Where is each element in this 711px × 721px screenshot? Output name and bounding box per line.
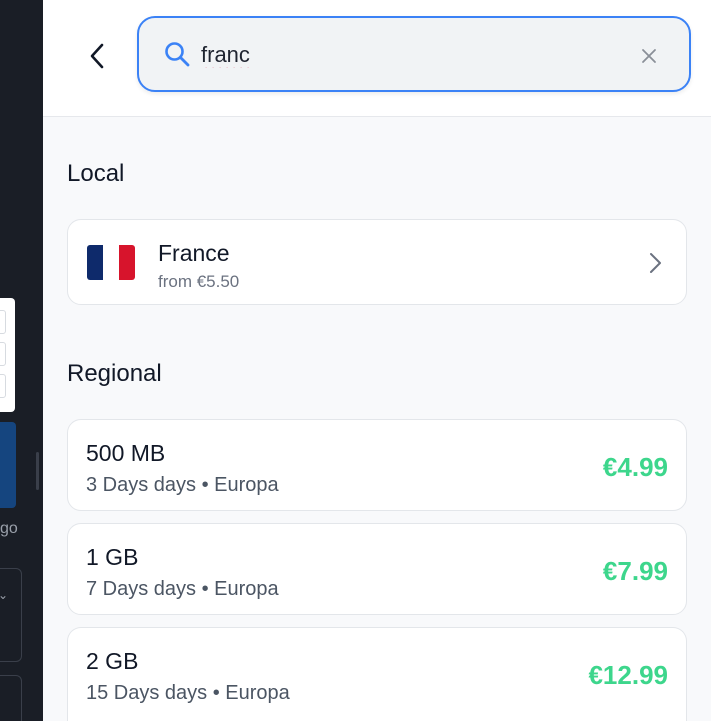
- background-field-fragment: [0, 374, 6, 398]
- local-section-title: Local: [67, 160, 125, 187]
- chevron-left-icon: [90, 43, 104, 69]
- background-box-fragment: [0, 675, 22, 721]
- background-text-fragment: go: [0, 520, 18, 537]
- search-icon: [165, 42, 190, 67]
- plan-data-size: 2 GB: [86, 648, 139, 674]
- plan-price: €7.99: [602, 556, 668, 586]
- background-app-strip: go ⌄: [0, 0, 43, 721]
- regional-plan-card[interactable]: 1 GB 7 Days days • Europa €7.99: [67, 523, 687, 615]
- search-box[interactable]: [137, 16, 691, 92]
- resize-handle[interactable]: [36, 452, 39, 490]
- country-name: France: [158, 240, 230, 266]
- regional-plan-card[interactable]: 500 MB 3 Days days • Europa €4.99: [67, 419, 687, 511]
- chevron-down-icon: ⌄: [0, 588, 9, 602]
- regional-section-title: Regional: [67, 360, 162, 387]
- plan-details: 3 Days days • Europa: [86, 474, 279, 496]
- background-field-fragment: [0, 310, 6, 334]
- close-icon: [642, 49, 656, 63]
- country-result-france[interactable]: France from €5.50: [67, 219, 687, 305]
- plan-data-size: 1 GB: [86, 544, 139, 570]
- back-button[interactable]: [79, 36, 115, 76]
- plan-data-size: 500 MB: [86, 440, 166, 466]
- background-field-fragment: [0, 342, 6, 366]
- clear-search-button[interactable]: [637, 44, 661, 68]
- background-card-fragment: [0, 298, 15, 412]
- france-flag-icon: [87, 245, 135, 280]
- country-starting-price: from €5.50: [158, 272, 240, 291]
- search-header: [43, 0, 711, 117]
- plan-price: €4.99: [602, 452, 668, 482]
- search-input[interactable]: [201, 38, 621, 72]
- background-box-fragment: [0, 568, 22, 662]
- plan-price: €12.99: [588, 660, 668, 690]
- plan-details: 7 Days days • Europa: [86, 578, 279, 600]
- plan-details: 15 Days days • Europa: [86, 682, 290, 704]
- search-panel: Local France from €5.50 Regional 500 MB …: [43, 0, 711, 721]
- background-button-fragment: [0, 422, 16, 508]
- regional-plan-card[interactable]: 2 GB 15 Days days • Europa €12.99: [67, 627, 687, 721]
- chevron-right-icon: [650, 253, 661, 273]
